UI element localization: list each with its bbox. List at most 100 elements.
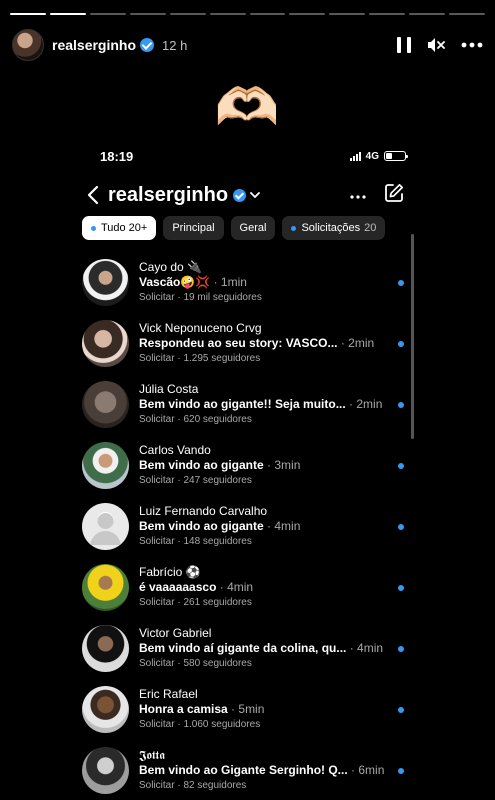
avatar[interactable] (82, 442, 129, 489)
message-time: 2min (356, 397, 383, 411)
progress-segment (249, 13, 286, 15)
filter-chip[interactable]: Geral (230, 216, 276, 240)
request-label: Solicitar (139, 780, 175, 791)
inbox-header: realserginho (82, 180, 416, 210)
message-preview: é vaaaaaasco (139, 580, 217, 594)
filter-chip-label: Solicitações (301, 222, 361, 234)
progress-segment (369, 13, 406, 15)
filter-chip-label: Tudo (101, 222, 126, 234)
avatar[interactable] (82, 747, 129, 794)
signal-icon (349, 151, 361, 161)
sender-name: Luiz Fernando Carvalho (139, 504, 268, 518)
muted-speaker-icon[interactable] (427, 37, 445, 53)
message-time: 6min (358, 763, 385, 777)
message-time: 5min (238, 702, 265, 716)
progress-segment (449, 13, 486, 15)
back-chevron-icon[interactable] (86, 185, 100, 205)
avatar[interactable] (82, 259, 129, 306)
request-label: Solicitar (139, 658, 175, 669)
message-preview: Bem vindo ao Gigante Serginho! Q... (139, 763, 348, 777)
message-row[interactable]: Vick Neponuceno Crvg Respondeu ao seu sto… (82, 313, 416, 374)
sender-name: Vick Neponuceno Crvg (139, 321, 262, 335)
pause-icon[interactable] (397, 37, 411, 53)
status-clock: 18:19 (100, 148, 134, 164)
message-preview: Bem vindo aí gigante da colina, qu... (139, 641, 347, 655)
message-row[interactable]: Carlos Vando Bem vindo ao gigante · 3min S… (82, 435, 416, 496)
avatar[interactable] (82, 503, 129, 550)
message-row[interactable]: Victor Gabriel Bem vindo aí gigante da co… (82, 618, 416, 679)
message-time: 3min (274, 458, 301, 472)
avatar[interactable] (82, 625, 129, 672)
unread-dot-icon (398, 646, 404, 652)
filter-chip[interactable]: Tudo 20+ (82, 216, 157, 240)
filter-chip-count: 20+ (128, 222, 148, 234)
sender-name: Júlia Costa (139, 382, 199, 396)
sender-name: 𝕵𝖔𝖙𝖙𝖆 (139, 748, 165, 762)
sender-name: Eric Rafael (139, 687, 198, 701)
filter-chip-label: Geral (239, 222, 267, 234)
unread-dot-icon (398, 402, 404, 408)
filter-chip-label: Principal (172, 222, 215, 234)
message-row[interactable]: Eric Rafael Honra a camisa · 5min Solicita… (82, 679, 416, 740)
request-label: Solicitar (139, 597, 175, 608)
request-label: Solicitar (139, 353, 175, 364)
message-preview: Respondeu ao seu story: VASCO... (139, 336, 338, 350)
avatar[interactable] (82, 564, 129, 611)
message-preview: Honra a camisa (139, 702, 228, 716)
story-time: 12 h (162, 37, 188, 53)
message-row[interactable]: Júlia Costa Bem vindo ao gigante!! Seja m… (82, 374, 416, 435)
sender-name: Fabrício ⚽ (139, 565, 201, 579)
avatar[interactable] (82, 381, 129, 428)
follower-count: 1.295 seguidores (183, 353, 261, 364)
verified-badge-icon (140, 38, 155, 52)
progress-segment (289, 13, 326, 15)
avatar[interactable] (82, 686, 129, 733)
status-bar: 18:19 4G (82, 142, 416, 170)
filter-chip[interactable]: Solicitações 20 (282, 216, 386, 240)
progress-segment (10, 13, 46, 15)
follower-count: 580 seguidores (183, 658, 252, 669)
filter-chip[interactable]: Principal (163, 216, 224, 240)
story-header: realserginho 12 h (12, 28, 483, 62)
story-author-avatar[interactable] (12, 29, 44, 61)
more-horizontal-icon[interactable] (350, 186, 366, 204)
shared-screenshot: 18:19 4G realserginho Tudo 20+ Principal Ge… (82, 142, 416, 800)
unread-dot-icon (398, 280, 404, 286)
sender-name: Carlos Vando (139, 443, 211, 457)
verified-badge-icon (233, 188, 247, 202)
story-author-name[interactable]: realserginho (52, 37, 155, 53)
unread-dot-icon (398, 707, 404, 713)
unread-dot-icon (398, 463, 404, 469)
follower-count: 19 mil seguidores (183, 292, 262, 303)
battery-icon (384, 151, 408, 161)
unread-dot-icon (398, 768, 404, 774)
follower-count: 1.060 seguidores (183, 719, 261, 730)
message-list: Cayo do 🔌 Vascão🤪💢 · 1min Solicitar · 19 m… (82, 252, 416, 800)
progress-segment (329, 13, 366, 15)
follower-count: 82 seguidores (183, 780, 247, 791)
compose-icon[interactable] (384, 183, 404, 208)
progress-segment (89, 13, 126, 15)
filter-chips: Tudo 20+ Principal Geral Solicitações 20 (82, 216, 416, 240)
avatar[interactable] (82, 320, 129, 367)
request-label: Solicitar (139, 536, 175, 547)
inbox-username[interactable]: realserginho (108, 184, 228, 207)
message-preview: Bem vindo ao gigante!! Seja muito... (139, 397, 346, 411)
story-progress (10, 13, 486, 15)
chevron-down-icon[interactable] (250, 186, 260, 204)
follower-count: 620 seguidores (183, 414, 252, 425)
follower-count: 247 seguidores (183, 475, 252, 486)
message-row[interactable]: Fabrício ⚽ é vaaaaaasco · 4min Solicitar ·… (82, 557, 416, 618)
progress-segment (409, 13, 446, 15)
follower-count: 261 seguidores (183, 597, 252, 608)
message-row[interactable]: 𝕵𝖔𝖙𝖙𝖆 Bem vindo ao Gigante Serginho! Q...… (82, 740, 416, 800)
unread-dot-icon (398, 585, 404, 591)
more-options-icon[interactable] (461, 42, 483, 48)
message-time: 4min (227, 580, 254, 594)
progress-segment (169, 13, 206, 15)
heart-hands-emoji: 🫶🏻 (214, 79, 280, 137)
message-row[interactable]: Cayo do 🔌 Vascão🤪💢 · 1min Solicitar · 19 m… (82, 252, 416, 313)
message-row[interactable]: Luiz Fernando Carvalho Bem vindo ao gigan… (82, 496, 416, 557)
message-preview: Bem vindo ao gigante (139, 519, 264, 533)
request-label: Solicitar (139, 719, 175, 730)
